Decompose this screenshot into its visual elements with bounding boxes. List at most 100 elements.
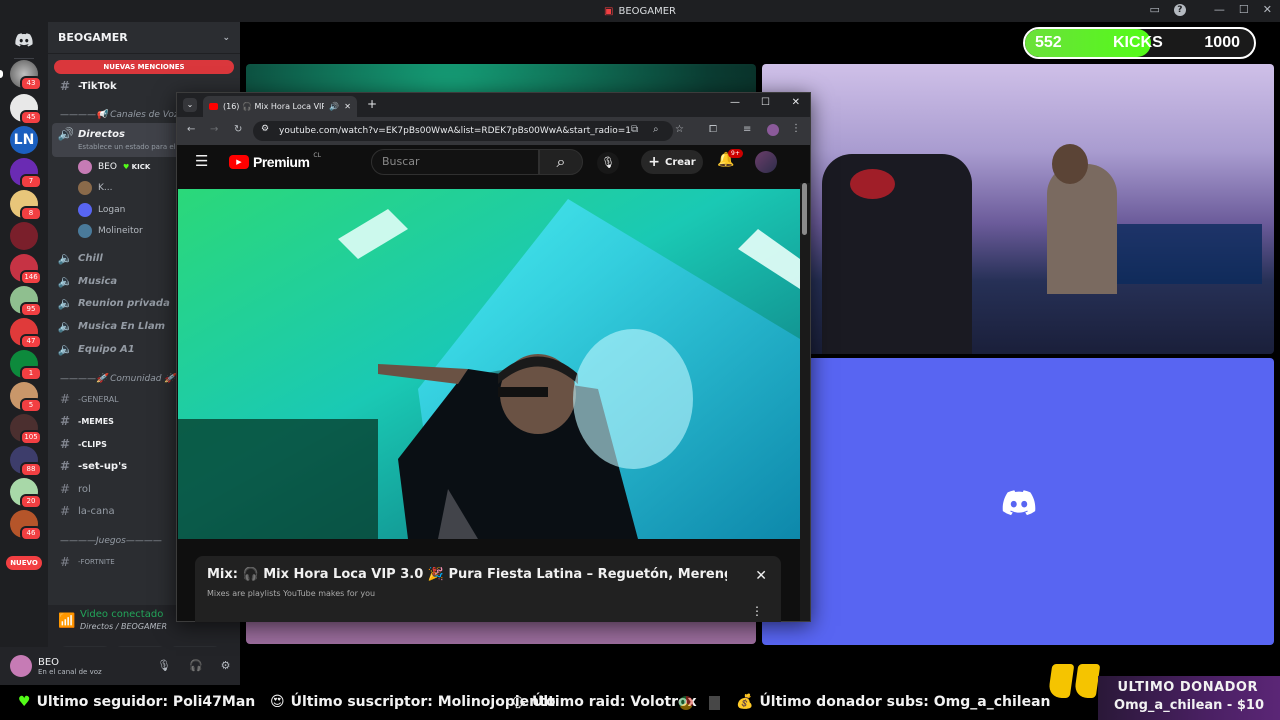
server-header[interactable]: BEOGAMER ⌄: [48, 22, 240, 54]
close-icon[interactable]: ✕: [1263, 3, 1272, 16]
zoom-icon[interactable]: ⌕: [653, 124, 659, 135]
channel-label: -MEMES: [78, 416, 114, 426]
minimize-icon[interactable]: —: [1214, 3, 1225, 16]
server-icon-11[interactable]: 5: [10, 382, 42, 413]
voice-user-name: K...: [98, 183, 113, 193]
speaker-icon: 🔈: [57, 274, 73, 288]
channel-label: -TikTok: [78, 80, 117, 92]
window-close-icon[interactable]: ✕: [792, 97, 800, 108]
category-voice[interactable]: ————📢 Canales de Voz: [60, 110, 179, 120]
stream-tile-footer: [246, 620, 756, 644]
webcam-tile[interactable]: [762, 64, 1274, 354]
voice-search-icon[interactable]: 🎙: [597, 152, 619, 174]
account-avatar[interactable]: [755, 151, 777, 173]
server-icon-8[interactable]: 95: [10, 286, 42, 317]
help-icon[interactable]: ?: [1173, 3, 1186, 16]
bookmark-star-icon[interactable]: ☆: [675, 124, 684, 135]
hash-icon: #: [59, 437, 71, 451]
youtube-brand: Premium: [253, 154, 310, 170]
avatar[interactable]: [10, 655, 32, 677]
headphones-icon[interactable]: 🎧: [189, 659, 203, 672]
profile-avatar[interactable]: [767, 124, 779, 136]
new-servers-pill[interactable]: NUEVO: [6, 556, 42, 570]
media-control-icon[interactable]: ≡: [743, 124, 751, 135]
user-panel: BEO En el canal de voz 🎙 🎧 ⚙: [0, 647, 240, 685]
tab-search-icon[interactable]: ⌄: [183, 98, 197, 112]
server-icon-1[interactable]: 43: [10, 60, 42, 91]
window-minimize-icon[interactable]: —: [730, 97, 740, 108]
video-player[interactable]: [178, 189, 800, 539]
kicks-current: 552: [1035, 34, 1062, 51]
category-label: Juegos: [96, 536, 126, 546]
category-juegos[interactable]: ————Juegos————: [60, 536, 162, 546]
kicks-goal-bar: 552 KICKS 1000: [1023, 27, 1256, 59]
more-menu-icon[interactable]: ⋮: [791, 123, 801, 134]
server-icon-13[interactable]: 88: [10, 446, 42, 477]
category-comunidad[interactable]: ————🚀 Comunidad 🚀: [60, 374, 176, 384]
mix-title[interactable]: Mix: 🎧 Mix Hora Loca VIP 3.0 🎉 Pura Fies…: [207, 567, 727, 582]
ticker-follower: ♥ Ultimo seguidor: Poli47Man: [18, 694, 255, 710]
voice-location[interactable]: Directos / BEOGAMER: [80, 622, 167, 631]
voice-user-k[interactable]: K...: [78, 179, 112, 197]
maximize-icon[interactable]: ☐: [1239, 3, 1249, 16]
hamburger-menu-icon[interactable]: ☰: [195, 152, 208, 170]
server-icon-7[interactable]: 146: [10, 254, 42, 285]
server-icon-4[interactable]: 7: [10, 158, 42, 189]
server-name: BEOGAMER: [58, 31, 128, 44]
audio-icon[interactable]: 🔊: [329, 102, 339, 111]
back-icon[interactable]: ←: [187, 124, 195, 135]
voice-user-beo[interactable]: BEO ♥ KICK: [78, 158, 150, 176]
server-icon-10[interactable]: 1: [10, 350, 42, 381]
youtube-play-icon: ▶: [229, 155, 249, 169]
search-icon[interactable]: ⌕: [539, 149, 583, 175]
server-icon-2[interactable]: 45: [10, 94, 42, 125]
forward-icon[interactable]: →: [210, 124, 218, 135]
server-icon-5[interactable]: 8: [10, 190, 42, 221]
speaker-icon: 🔈: [57, 342, 73, 356]
file-taskbar-icon: [709, 696, 720, 710]
create-button[interactable]: + Crear: [641, 150, 703, 174]
new-mentions-pill[interactable]: NUEVAS MENCIONES: [54, 60, 234, 74]
window-title: BEOGAMER: [618, 5, 676, 17]
create-label: Crear: [665, 156, 696, 168]
server-icon-6[interactable]: [10, 222, 38, 250]
channel-label: -GENERAL: [78, 394, 119, 404]
server-icon-3[interactable]: LN: [10, 126, 38, 154]
avatar: [78, 203, 92, 217]
close-icon[interactable]: ✕: [755, 568, 767, 584]
inbox-icon[interactable]: ▭: [1150, 3, 1160, 16]
voice-user-molineitor[interactable]: Molineitor: [78, 222, 143, 240]
new-tab-icon[interactable]: +: [367, 97, 377, 111]
discord-home-icon[interactable]: [10, 26, 38, 54]
avatar: [78, 160, 92, 174]
last-donor-widget: ULTIMO DONADOR Omg_a_chilean - $10: [1047, 664, 1280, 720]
search-input[interactable]: Buscar: [371, 149, 539, 175]
site-info-icon[interactable]: ⚙: [261, 124, 269, 134]
address-bar[interactable]: ⚙ youtube.com/watch?v=EK7pBs00WwA&list=R…: [253, 121, 673, 141]
server-icon-9[interactable]: 47: [10, 318, 42, 349]
browser-tabstrip: ⌄ (16) 🎧 Mix Hora Loca VIP 🔊 ✕ + — ☐ ✕: [177, 93, 810, 117]
reload-icon[interactable]: ↻: [234, 124, 242, 135]
gear-icon[interactable]: ⚙: [221, 659, 231, 672]
more-options-icon[interactable]: ⋮: [751, 604, 763, 618]
cast-icon[interactable]: ⧉: [631, 124, 638, 135]
window-maximize-icon[interactable]: ☐: [761, 97, 770, 108]
server-icon-15[interactable]: 46: [10, 510, 42, 541]
browser-tab[interactable]: (16) 🎧 Mix Hora Loca VIP 🔊 ✕: [203, 96, 357, 117]
discord-user-tile[interactable]: [762, 358, 1274, 645]
server-icon-14[interactable]: 20: [10, 478, 42, 509]
channel-label: rol: [78, 483, 91, 495]
extensions-icon[interactable]: ⧠: [709, 124, 717, 135]
unread-badge: 7: [20, 174, 42, 189]
voice-user-logan[interactable]: Logan: [78, 201, 125, 219]
kicks-goal: 1000: [1204, 34, 1240, 51]
channel-label: Chill: [78, 252, 103, 264]
browser-window: ⌄ (16) 🎧 Mix Hora Loca VIP 🔊 ✕ + — ☐ ✕ ←…: [176, 92, 811, 622]
region-code: CL: [313, 151, 321, 159]
tab-close-icon[interactable]: ✕: [344, 102, 351, 111]
scrollbar[interactable]: [800, 183, 810, 621]
unread-badge: 45: [20, 110, 42, 125]
microphone-icon[interactable]: 🎙: [157, 659, 171, 672]
server-icon-12[interactable]: 105: [10, 414, 42, 445]
youtube-logo[interactable]: ▶ Premium CL: [229, 151, 321, 170]
